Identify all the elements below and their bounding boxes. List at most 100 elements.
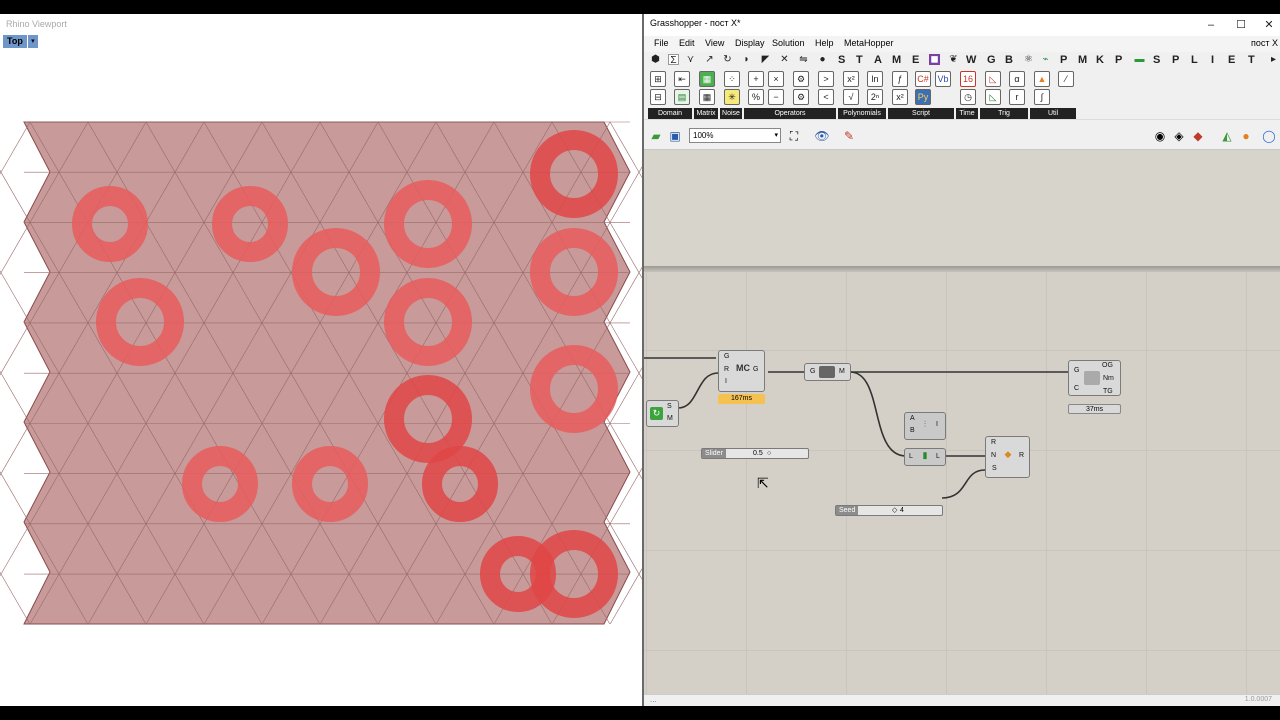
input-m[interactable]: M (667, 415, 673, 422)
division-icon[interactable]: % (748, 89, 764, 105)
tab-k[interactable]: K (1096, 54, 1104, 66)
tab-p[interactable]: P (1060, 54, 1067, 66)
menu-file[interactable]: File (654, 38, 669, 48)
calendar-icon[interactable]: 16 (960, 71, 976, 87)
preview-eye-icon[interactable]: 👁 (814, 128, 830, 144)
radians-icon[interactable]: r (1009, 89, 1025, 105)
output-tg[interactable]: TG (1103, 388, 1113, 395)
power-icon[interactable]: x² (843, 71, 859, 87)
menu-view[interactable]: View (705, 38, 724, 48)
expression-icon[interactable]: ƒ (892, 71, 908, 87)
input-c[interactable]: C (1074, 385, 1079, 392)
curve-tab-icon[interactable]: ↻ (722, 54, 733, 65)
ribbon-label-domain[interactable]: Domain (648, 108, 692, 119)
menu-display[interactable]: Display (735, 38, 765, 48)
params-tab-icon[interactable]: ⬢ (650, 54, 661, 65)
evaluate-icon[interactable]: x² (892, 89, 908, 105)
lunchbox-tab-icon[interactable]: ⌁ (1040, 54, 1051, 65)
tab-w[interactable]: W (966, 54, 976, 66)
globe-icon[interactable]: ◯ (1261, 128, 1277, 144)
smaller-than-icon[interactable]: < (818, 89, 834, 105)
input-g[interactable]: G (724, 353, 729, 360)
material-icon[interactable]: ● (1238, 128, 1254, 144)
tab-t2[interactable]: T (1248, 54, 1255, 66)
save-file-icon[interactable]: ▣ (667, 128, 683, 144)
component-mesh[interactable]: G M (804, 363, 851, 381)
gate-or-icon[interactable]: ⚙ (793, 89, 809, 105)
ribbon-label-operators[interactable]: Operators (744, 108, 836, 119)
ribbon-label-trig[interactable]: Trig (980, 108, 1028, 119)
subtraction-icon[interactable]: − (768, 89, 784, 105)
weaverbird-tab-icon[interactable]: ❦ (948, 54, 959, 65)
vb-script-icon[interactable]: Vb (935, 71, 951, 87)
graph-mapper-icon[interactable]: ⁄ (1058, 71, 1074, 87)
output-l[interactable]: L (936, 453, 940, 460)
display-tab-icon[interactable]: ● (817, 54, 828, 65)
ladybug-tab-icon[interactable]: ▬ (1134, 54, 1145, 65)
output-m[interactable]: M (839, 368, 845, 375)
matrix-icon[interactable]: ▦ (699, 71, 715, 87)
input-i[interactable]: I (725, 378, 727, 385)
selected-preview-icon[interactable]: ◆ (1190, 128, 1206, 144)
wireframe-preview-icon[interactable]: ◉ (1152, 128, 1168, 144)
square-root-icon[interactable]: √ (843, 89, 859, 105)
bake-icon[interactable]: ◭ (1219, 128, 1235, 144)
view-name[interactable]: Top (3, 35, 27, 48)
component-output[interactable]: G C OG Nm TG (1068, 360, 1121, 396)
construct-domain-icon[interactable]: ⊞ (650, 71, 666, 87)
degrees-icon[interactable]: α (1009, 71, 1025, 87)
minimize-button[interactable]: – (1196, 14, 1226, 36)
input-g[interactable]: G (1074, 367, 1079, 374)
gate-and-icon[interactable]: ⚙ (793, 71, 809, 87)
zoom-extents-icon[interactable]: ⛶ (786, 128, 802, 144)
node-canvas[interactable]: G R I MC G 167ms G M G C OG Nm TG 37ms A… (644, 150, 1280, 694)
ribbon-label-polynomials[interactable]: Polynomials (838, 108, 886, 119)
tab-p2[interactable]: P (1115, 54, 1122, 66)
tab-s2[interactable]: S (1153, 54, 1160, 66)
input-n[interactable]: N (991, 452, 996, 459)
menu-help[interactable]: Help (815, 38, 834, 48)
ribbon-label-noise[interactable]: Noise (720, 108, 742, 119)
output-i[interactable]: I (936, 421, 938, 428)
output-g[interactable]: G (753, 366, 758, 373)
maths-tab-icon[interactable]: Σ (668, 54, 679, 66)
ribbon-label-matrix[interactable]: Matrix (694, 108, 718, 119)
tab-g[interactable]: G (987, 54, 996, 66)
tab-i[interactable]: I (1211, 54, 1214, 66)
transform-tab-icon[interactable]: ⇋ (798, 54, 809, 65)
intersect-tab-icon[interactable]: ✕ (779, 54, 790, 65)
document-name[interactable]: пост X (1251, 38, 1278, 48)
slider-handle[interactable]: ◇ (892, 506, 897, 515)
input-g[interactable]: G (810, 368, 815, 375)
close-button[interactable]: ✕ (1254, 14, 1280, 36)
multiplication-icon[interactable]: × (768, 71, 784, 87)
seed-slider[interactable]: Seed ◇ 4 (835, 505, 943, 516)
sketch-pen-icon[interactable]: ✎ (841, 128, 857, 144)
tab-l[interactable]: L (1191, 54, 1198, 66)
output-nm[interactable]: Nm (1103, 375, 1114, 382)
mesh-tab-icon[interactable]: ◤ (760, 54, 771, 65)
input-s[interactable]: S (992, 465, 997, 472)
knot-pattern[interactable] (0, 14, 642, 706)
gaussian-icon[interactable]: ▲ (1034, 71, 1050, 87)
csharp-icon[interactable]: C# (915, 71, 931, 87)
tab-m2[interactable]: M (1078, 54, 1087, 66)
ribbon-label-script[interactable]: Script (888, 108, 954, 119)
input-r[interactable]: R (724, 366, 729, 373)
display-matrix-icon[interactable]: ▦ (699, 89, 715, 105)
power-of-2-icon[interactable]: 2ⁿ (867, 89, 883, 105)
input-r[interactable]: R (991, 439, 996, 446)
input-b[interactable]: B (910, 427, 915, 434)
plugin-tab-icon[interactable]: ◼ (929, 54, 940, 65)
larger-than-icon[interactable]: > (818, 71, 834, 87)
tab-a[interactable]: A (874, 54, 882, 66)
tab-e2[interactable]: E (1228, 54, 1235, 66)
bounds-icon[interactable]: ⇤ (674, 71, 690, 87)
component-left[interactable]: ↻ S M (646, 400, 679, 427)
view-tab-top[interactable]: Top ▾ (3, 35, 38, 48)
open-file-icon[interactable]: ▰ (648, 128, 664, 144)
tab-e[interactable]: E (912, 54, 919, 66)
vector-tab-icon[interactable]: ↗ (704, 54, 715, 65)
addition-icon[interactable]: + (748, 71, 764, 87)
menu-solution[interactable]: Solution (772, 38, 805, 48)
